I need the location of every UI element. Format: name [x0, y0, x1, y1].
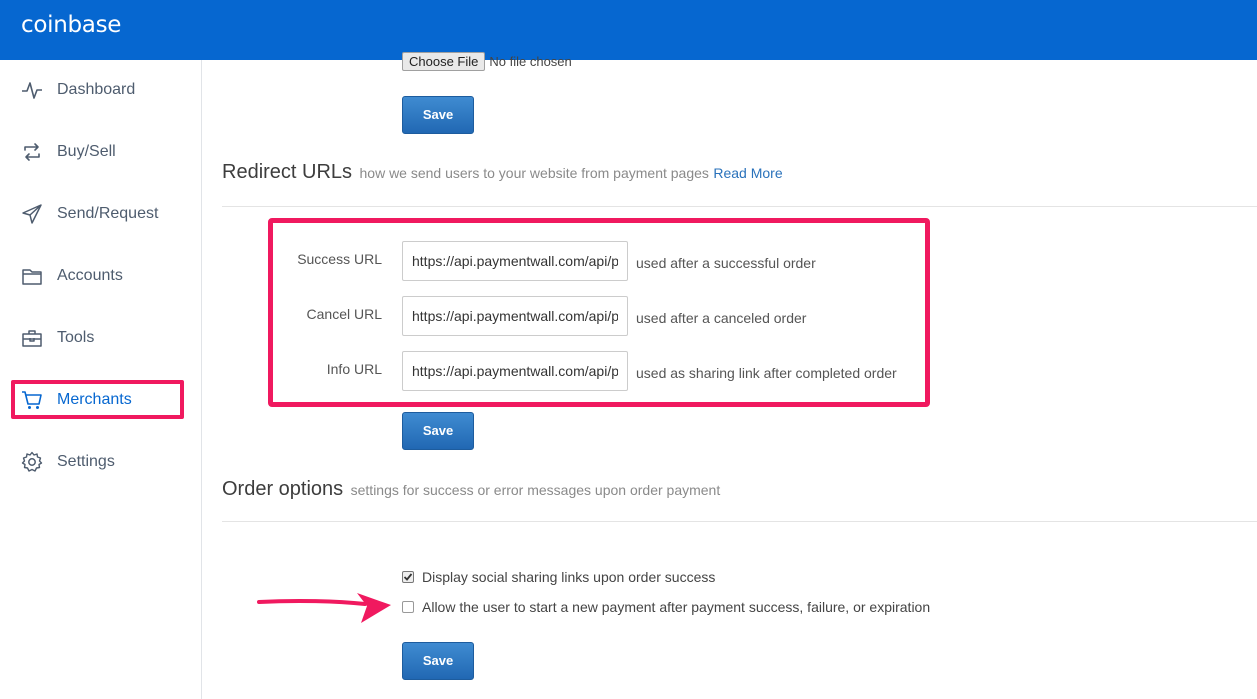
- sidebar-item-dashboard[interactable]: Dashboard: [0, 70, 200, 110]
- gear-icon: [21, 451, 43, 473]
- save-button[interactable]: Save: [402, 96, 474, 134]
- info-url-row: Info URL used as sharing link after comp…: [268, 351, 948, 391]
- main-content: Choose File No file chosen Save Redirect …: [202, 52, 1257, 699]
- cancel-url-hint: used after a canceled order: [636, 310, 807, 326]
- sidebar-item-label: Send/Request: [57, 205, 159, 222]
- success-url-label: Success URL: [297, 251, 382, 267]
- sidebar: Dashboard Buy/Sell Send/Request Accounts…: [0, 60, 202, 699]
- info-url-label: Info URL: [326, 361, 382, 377]
- checkbox-social-sharing[interactable]: [402, 571, 414, 583]
- file-status: No file chosen: [489, 54, 572, 69]
- section-divider: [222, 206, 1257, 207]
- sidebar-item-buy-sell[interactable]: Buy/Sell: [0, 132, 200, 172]
- section-divider: [222, 521, 1257, 522]
- section-subtitle: how we send users to your website from p…: [359, 165, 709, 181]
- sidebar-item-tools[interactable]: Tools: [0, 318, 200, 358]
- annotation-arrow-icon: [257, 593, 391, 623]
- sidebar-item-send-request[interactable]: Send/Request: [0, 194, 200, 234]
- file-upload: Choose File No file chosen: [402, 52, 572, 72]
- sidebar-item-label: Settings: [57, 453, 115, 470]
- sidebar-item-label: Dashboard: [57, 81, 136, 98]
- cart-icon: [21, 389, 43, 411]
- sidebar-item-label: Buy/Sell: [57, 143, 116, 160]
- cancel-url-input[interactable]: [402, 296, 628, 336]
- success-url-input[interactable]: [402, 241, 628, 281]
- cancel-url-row: Cancel URL used after a canceled order: [268, 296, 948, 336]
- save-order-options-button[interactable]: Save: [402, 642, 474, 680]
- save-redirect-button[interactable]: Save: [402, 412, 474, 450]
- info-url-hint: used as sharing link after completed ord…: [636, 365, 897, 381]
- sidebar-item-label: Tools: [57, 329, 95, 346]
- checkbox-new-payment[interactable]: [402, 601, 414, 613]
- success-url-row: Success URL used after a successful orde…: [268, 241, 948, 281]
- section-heading: Order options: [222, 478, 344, 500]
- send-icon: [21, 203, 43, 225]
- checkmark-icon: [403, 573, 413, 581]
- option-social-sharing: Display social sharing links upon order …: [402, 569, 715, 585]
- info-url-input[interactable]: [402, 351, 628, 391]
- section-subtitle: settings for success or error messages u…: [350, 482, 721, 498]
- top-bar: coinbase: [0, 0, 1257, 60]
- redirect-section-title: Redirect URLs how we send users to your …: [222, 161, 783, 184]
- sidebar-item-settings[interactable]: Settings: [0, 442, 200, 482]
- sidebar-item-label: Merchants: [57, 391, 132, 408]
- order-section-title: Order options settings for success or er…: [222, 478, 720, 501]
- folder-icon: [21, 265, 43, 287]
- option-label: Allow the user to start a new payment af…: [422, 599, 931, 615]
- sidebar-item-merchants[interactable]: Merchants: [0, 380, 200, 420]
- success-url-hint: used after a successful order: [636, 255, 816, 271]
- cancel-url-label: Cancel URL: [306, 306, 382, 322]
- activity-icon: [21, 79, 43, 101]
- choose-file-button[interactable]: Choose File: [402, 52, 486, 71]
- coinbase-logo[interactable]: coinbase: [21, 12, 121, 38]
- refresh-icon: [21, 141, 43, 163]
- option-label: Display social sharing links upon order …: [422, 569, 716, 585]
- option-new-payment: Allow the user to start a new payment af…: [402, 599, 930, 615]
- section-heading: Redirect URLs: [222, 161, 353, 183]
- sidebar-item-accounts[interactable]: Accounts: [0, 256, 200, 296]
- toolbox-icon: [21, 327, 43, 349]
- read-more-link[interactable]: Read More: [713, 165, 782, 181]
- sidebar-item-label: Accounts: [57, 267, 123, 284]
